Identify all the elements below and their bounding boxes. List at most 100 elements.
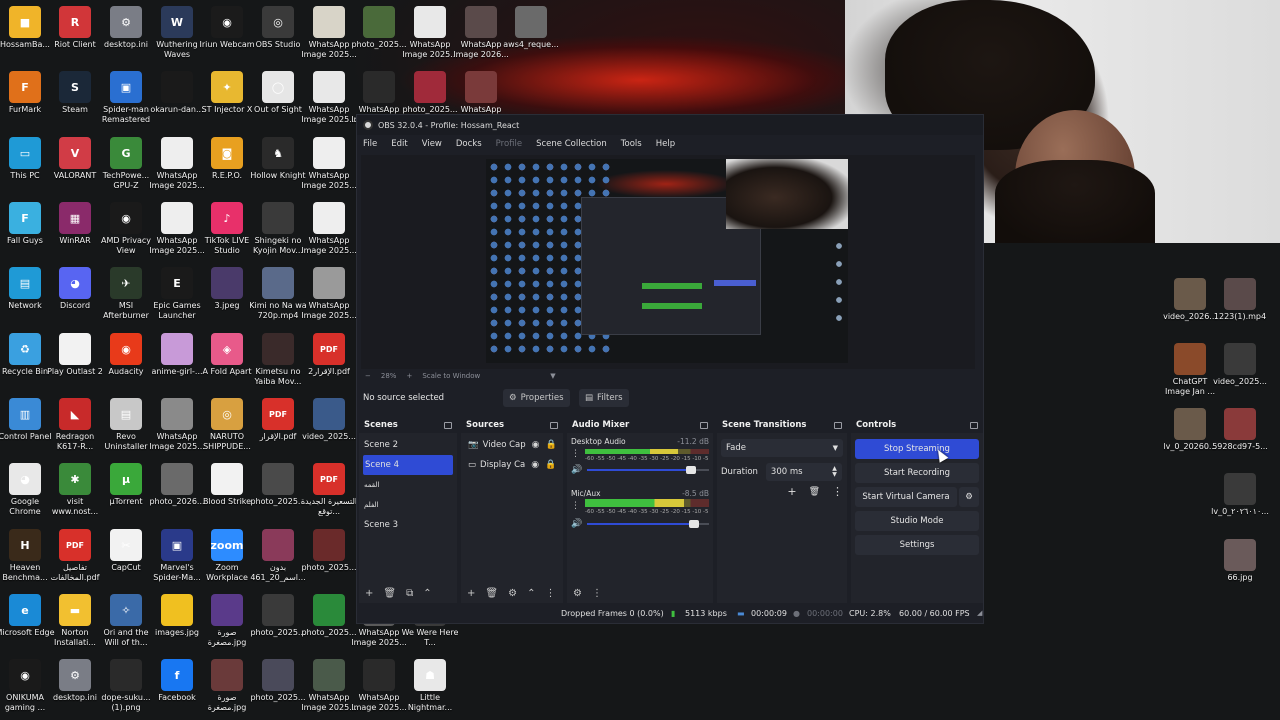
eye-icon[interactable]: ◉ (531, 460, 539, 470)
desktop-icon[interactable]: ◉ Iriun Webcam (199, 6, 255, 68)
desktop-icon[interactable]: ◎ NARUTO SHIPPUDE... (201, 398, 253, 460)
desktop-icon[interactable]: ♻ Recycle Bin (0, 333, 51, 395)
slider-knob[interactable] (689, 520, 700, 528)
desktop-icon[interactable]: WhatsApp Image 2025... (301, 659, 357, 720)
desktop-icon[interactable]: lv_0_20260... (1163, 408, 1217, 470)
scene-item[interactable]: Scene 2 (359, 435, 457, 455)
desktop-icon[interactable]: ✦ ST Injector X (201, 71, 253, 133)
spin-arrows-icon[interactable]: ▲ ▼ (832, 466, 837, 478)
desktop-icon[interactable]: Shingeki no Kyojin Mov... (252, 202, 304, 264)
desktop-icon[interactable]: aws4_reque... (503, 6, 559, 68)
volume-slider[interactable] (587, 520, 709, 528)
preview-area[interactable] (361, 155, 975, 369)
undock-icon[interactable] (834, 421, 842, 429)
desktop-icon[interactable]: WhatsApp Image 2026... (453, 6, 509, 68)
undock-icon[interactable] (700, 421, 708, 429)
desktop-icon[interactable]: G TechPowe... GPU-Z (100, 137, 152, 199)
desktop-icon[interactable]: WhatsApp Image 2025... (351, 659, 407, 720)
more-icon[interactable]: ⋮ (545, 588, 555, 599)
desktop-icon[interactable]: ▣ Marvel's Spider-Ma... (151, 529, 203, 591)
undock-icon[interactable] (444, 421, 452, 429)
desktop-icon[interactable]: ◈ A Fold Apart (201, 333, 253, 395)
channel-menu-icon[interactable]: ⋮ (571, 501, 580, 511)
desktop-icon[interactable]: ◯ Out of Sight (252, 71, 304, 133)
desktop-icon[interactable]: photo_2026... (149, 463, 205, 525)
remove-source-icon[interactable]: 🗑 (485, 588, 498, 599)
menu-view[interactable]: View (422, 139, 442, 149)
menu-docks[interactable]: Docks (456, 139, 482, 149)
source-item[interactable]: ▭ Display Ca ◉ 🔒 (461, 455, 563, 475)
add-source-button[interactable]: + (467, 588, 475, 599)
stop-streaming-button[interactable]: Stop Streaming (855, 439, 979, 459)
desktop-icon[interactable]: photo_2025... (250, 594, 306, 656)
desktop-icon[interactable]: WhatsApp Image 2025... (301, 202, 357, 264)
desktop-icon[interactable]: Kimi no Na wa 720p.mp4 (249, 267, 307, 329)
speaker-icon[interactable]: 🔊 (571, 465, 582, 475)
desktop-icon[interactable]: PDF الإقرار2.pdf (303, 333, 355, 395)
desktop-icon[interactable]: ✈ MSI Afterburner (100, 267, 152, 329)
menu-tools[interactable]: Tools (621, 139, 642, 149)
desktop-icon[interactable]: ✧ Ori and the Will of th... (100, 594, 152, 656)
move-up-icon[interactable]: ⌃ (423, 588, 431, 599)
slider-knob[interactable] (685, 466, 696, 474)
zoom-out-button[interactable]: − (365, 372, 371, 380)
filters-button[interactable]: ▤ Filters (579, 389, 629, 407)
desktop-icon[interactable]: ▤ Network (0, 267, 51, 329)
undock-icon[interactable] (550, 421, 558, 429)
eye-icon[interactable]: ◉ (532, 440, 540, 450)
desktop-icon[interactable]: PDF الإقرار.pdf (252, 398, 304, 460)
desktop-icon[interactable]: ✱ visit www.nost... (49, 463, 101, 525)
desktop-icon[interactable]: ▬ Norton Installati... (49, 594, 101, 656)
desktop-icon[interactable]: ChatGPT Image Jan ... (1164, 343, 1216, 405)
desktop-icon[interactable]: ✂ CapCut (100, 529, 152, 591)
properties-button[interactable]: ⚙ Properties (503, 389, 570, 407)
desktop-icon[interactable]: S Steam (49, 71, 101, 133)
remove-transition-icon[interactable]: 🗑 (809, 487, 820, 497)
more-icon[interactable]: ⋮ (592, 588, 602, 599)
undock-icon[interactable] (970, 421, 978, 429)
desktop-icon[interactable]: WhatsApp Image 2025... (149, 202, 205, 264)
desktop-icon[interactable]: 66.jpg (1214, 539, 1266, 601)
lock-icon[interactable]: 🔒 (545, 460, 556, 470)
scale-mode[interactable]: Scale to Window (422, 372, 480, 380)
scene-item[interactable]: الفلم (359, 495, 457, 515)
desktop-icon[interactable]: ♪ TikTok LIVE Studio (201, 202, 253, 264)
desktop-icon[interactable]: images.jpg (151, 594, 203, 656)
desktop-icon[interactable]: ▥ Control Panel (0, 398, 52, 460)
desktop-icon[interactable]: photo_2025... (250, 659, 306, 720)
desktop-icon[interactable]: صورة مصغرة.jpg (201, 659, 253, 720)
menu-edit[interactable]: Edit (391, 139, 407, 149)
zoom-in-button[interactable]: + (406, 372, 412, 380)
menu-scene-collection[interactable]: Scene Collection (536, 139, 607, 149)
desktop-icon[interactable]: WhatsApp Image 2025... (149, 137, 205, 199)
desktop-icon[interactable]: okarun-dan... (150, 71, 204, 133)
desktop-icon[interactable]: WhatsApp Image 2025... (149, 398, 205, 460)
source-settings-icon[interactable]: ⚙ (508, 588, 517, 599)
preview-canvas[interactable] (486, 159, 848, 363)
resize-grip-icon[interactable]: ◢ (977, 609, 982, 617)
desktop-icon[interactable]: PDF التسعيرة الجديدة توقع... (301, 463, 357, 525)
desktop-icon[interactable]: WhatsApp Image 2025... (301, 71, 357, 133)
desktop-icon[interactable]: PDF تفاصيل المخالفات.pdf (49, 529, 101, 591)
desktop-icon[interactable]: Blood Strike (201, 463, 253, 525)
lock-icon[interactable]: 🔒 (546, 440, 557, 450)
desktop-icon[interactable]: photo_2025... (250, 463, 306, 525)
desktop-icon[interactable]: ▭ This PC (0, 137, 51, 199)
desktop-icon[interactable]: H Heaven Benchma... (0, 529, 51, 591)
desktop-icon[interactable]: ▤ Revo Uninstaller (100, 398, 152, 460)
desktop-icon[interactable]: ◉ Audacity (100, 333, 152, 395)
menu-file[interactable]: File (363, 139, 377, 149)
desktop-icon[interactable]: photo_2025... (301, 594, 357, 656)
desktop-icon[interactable]: R Riot Client (49, 6, 101, 68)
desktop-icon[interactable]: ⚙ desktop.ini (100, 6, 152, 68)
desktop-icon[interactable]: f Facebook (151, 659, 203, 720)
transition-select[interactable]: Fade ▼ (721, 439, 843, 457)
channel-menu-icon[interactable]: ⋮ (571, 449, 580, 459)
desktop-icon[interactable]: photo_2025... (351, 6, 407, 68)
desktop-icon[interactable]: ◕ Discord (49, 267, 101, 329)
desktop-icon[interactable]: ◣ Redragon K617-R... (49, 398, 101, 460)
scene-item[interactable]: Scene 3 (359, 515, 457, 535)
move-up-icon[interactable]: ⌃ (527, 588, 535, 599)
zoom-dropdown-caret[interactable]: ▼ (550, 372, 555, 380)
desktop-icon[interactable]: video_2025... (1213, 343, 1267, 405)
